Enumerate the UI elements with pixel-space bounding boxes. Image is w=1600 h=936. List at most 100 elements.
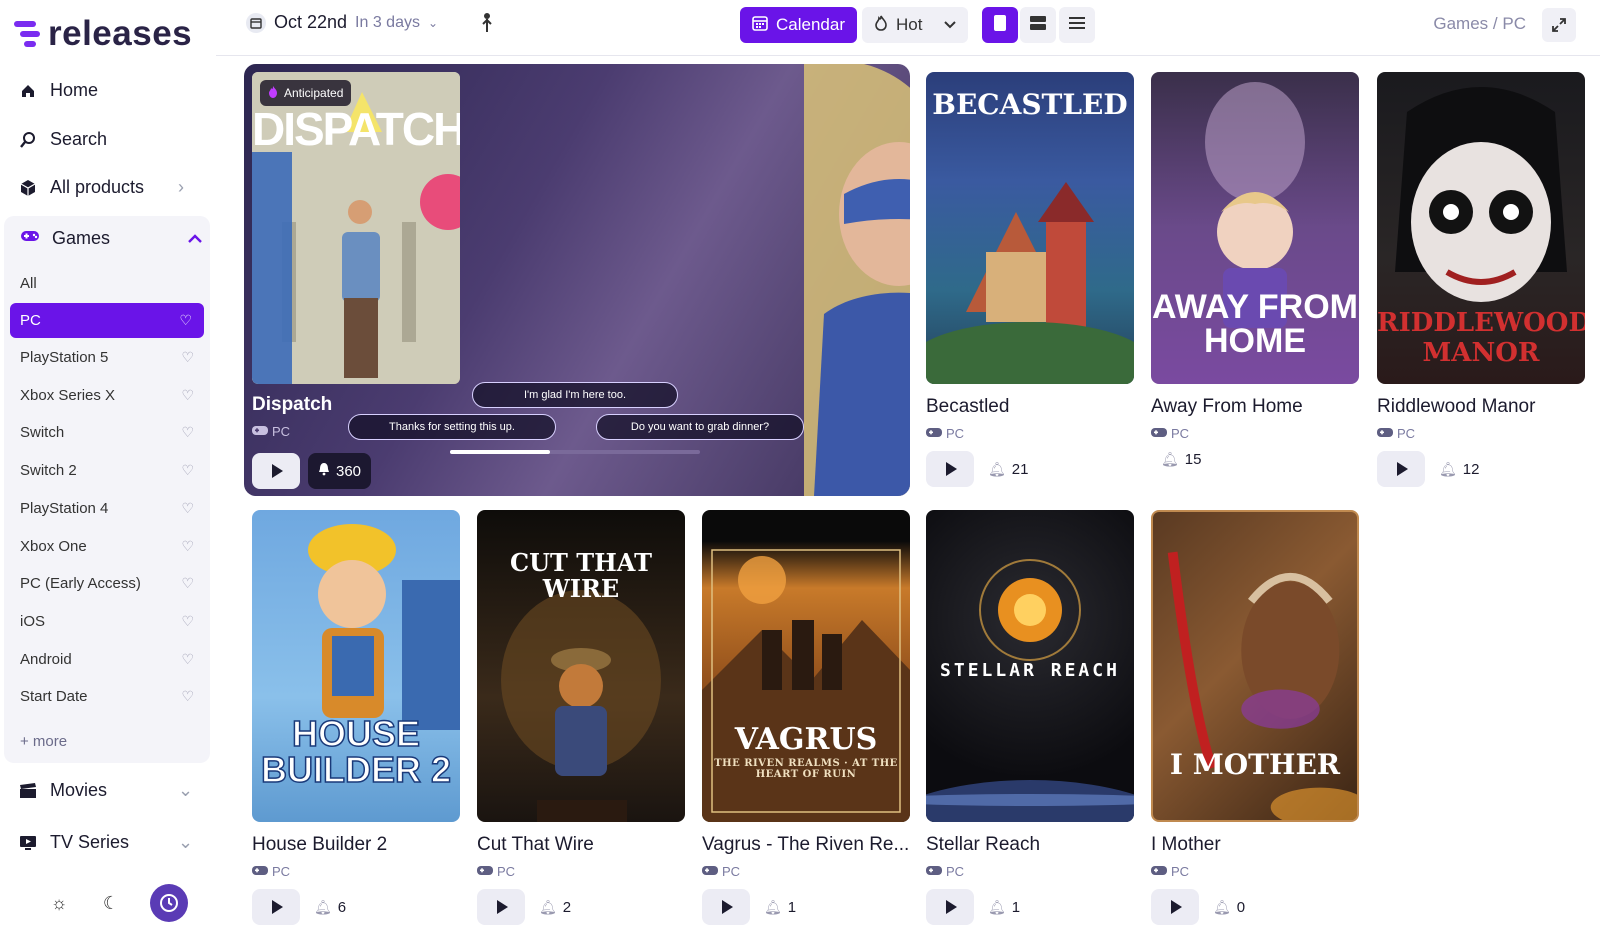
moon-icon[interactable]: ☾: [98, 890, 124, 916]
game-card-away-from-home[interactable]: AWAY FROM HOME Away From Home PC 🔔︎ 15: [1151, 72, 1359, 468]
card-title[interactable]: Vagrus - The Riven Re...: [702, 834, 910, 856]
follow-count[interactable]: 🔔︎ 12: [1439, 461, 1479, 478]
sun-icon[interactable]: ☼: [46, 890, 72, 916]
featured-play-button[interactable]: [252, 453, 300, 489]
game-cover[interactable]: CUT THAT WIRE: [477, 510, 685, 822]
play-button[interactable]: [926, 889, 974, 925]
card-platform: PC: [477, 864, 685, 879]
follow-count[interactable]: 🔔︎ 1: [988, 899, 1020, 916]
view-grid-button[interactable]: [982, 7, 1018, 43]
card-title[interactable]: Cut That Wire: [477, 834, 685, 856]
heart-icon[interactable]: ♡: [181, 349, 194, 366]
gamepad-icon: [252, 424, 268, 439]
calendar-button[interactable]: Calendar: [740, 7, 857, 43]
play-button[interactable]: [477, 889, 525, 925]
platform-xbox-one[interactable]: Xbox One ♡: [20, 531, 208, 561]
heart-icon[interactable]: ♡: [181, 538, 194, 555]
game-card-riddlewood-manor[interactable]: RIDDLEWOOD MANOR Riddlewood Manor PC 🔔︎ 1…: [1377, 72, 1585, 487]
more-platforms-link[interactable]: + more: [20, 733, 67, 750]
logo[interactable]: releases: [14, 14, 192, 54]
game-card-vagrus[interactable]: VAGRUS THE RIVEN REALMS · AT THE HEART O…: [702, 510, 910, 925]
play-button[interactable]: [1151, 889, 1199, 925]
game-cover[interactable]: RIDDLEWOOD MANOR: [1377, 72, 1585, 384]
bell-icon: 🔔︎: [1439, 460, 1457, 477]
clock-icon[interactable]: [150, 884, 188, 922]
heart-icon[interactable]: ♡: [181, 575, 194, 592]
follow-count[interactable]: 🔔︎ 15: [1161, 451, 1201, 468]
play-button[interactable]: [1377, 451, 1425, 487]
game-card-becastled[interactable]: BECASTLED Becastled PC 🔔︎ 21: [926, 72, 1134, 487]
nav-games[interactable]: Games: [20, 228, 202, 249]
featured-card-dispatch[interactable]: DISPATCH Anticipated I'm glad I'm here t…: [244, 64, 910, 496]
nav-tv-series[interactable]: TV Series ⌄: [18, 832, 198, 853]
platform-android[interactable]: Android ♡: [20, 644, 208, 674]
follow-count[interactable]: 🔔︎ 1: [764, 899, 796, 916]
heart-icon[interactable]: ♡: [181, 424, 194, 441]
game-cover[interactable]: BECASTLED: [926, 72, 1134, 384]
heart-icon[interactable]: ♡: [181, 462, 194, 479]
card-title[interactable]: Stellar Reach: [926, 834, 1134, 856]
platform-xbox-series-x[interactable]: Xbox Series X ♡: [20, 380, 208, 410]
game-cover[interactable]: VAGRUS THE RIVEN REALMS · AT THE HEART O…: [702, 510, 910, 822]
follow-count[interactable]: 🔔︎ 21: [988, 461, 1028, 478]
platform-pc-early-access[interactable]: PC (Early Access) ♡: [20, 568, 208, 598]
card-title[interactable]: Riddlewood Manor: [1377, 396, 1585, 418]
breadcrumb-games[interactable]: Games: [1433, 14, 1488, 33]
game-cover[interactable]: HOUSE BUILDER 2: [252, 510, 460, 822]
game-cover[interactable]: STELLAR REACH: [926, 510, 1134, 822]
featured-follow-count[interactable]: 360: [308, 453, 372, 489]
platform-ios[interactable]: iOS ♡: [20, 606, 208, 636]
game-card-i-mother[interactable]: I MOTHER I Mother PC 🔔︎ 0: [1151, 510, 1359, 925]
game-cover[interactable]: I MOTHER: [1151, 510, 1359, 822]
nav-movies[interactable]: Movies ⌄: [18, 780, 198, 801]
card-actions: 🔔︎ 15: [1151, 451, 1359, 468]
card-title[interactable]: Becastled: [926, 396, 1134, 418]
card-title[interactable]: House Builder 2: [252, 834, 460, 856]
expand-icon[interactable]: [1542, 8, 1576, 42]
date-selector[interactable]: Oct 22nd In 3 days ⌄: [246, 12, 438, 33]
play-button[interactable]: [252, 889, 300, 925]
game-cover[interactable]: AWAY FROM HOME: [1151, 72, 1359, 384]
heart-icon[interactable]: ♡: [181, 651, 194, 668]
gamepad-icon: [477, 864, 493, 879]
heart-icon[interactable]: ♡: [181, 387, 194, 404]
platform-switch[interactable]: Switch ♡: [20, 417, 208, 447]
game-card-stellar-reach[interactable]: STELLAR REACH Stellar Reach PC 🔔︎ 1: [926, 510, 1134, 925]
platform-switch-2[interactable]: Switch 2 ♡: [20, 455, 208, 485]
chevron-right-icon: ›: [178, 177, 184, 197]
card-title[interactable]: I Mother: [1151, 834, 1359, 856]
heart-icon[interactable]: ♡: [181, 688, 194, 705]
follow-count[interactable]: 🔔︎ 0: [1213, 899, 1245, 916]
nav-all-products[interactable]: All products ›: [18, 177, 198, 198]
featured-title[interactable]: Dispatch: [252, 394, 332, 416]
platform-pc[interactable]: PC ♡: [10, 303, 204, 338]
cover-title: STELLAR REACH: [940, 660, 1120, 681]
platform-start-date[interactable]: Start Date ♡: [20, 681, 208, 711]
card-platform: PC: [926, 426, 1134, 441]
list-view-icon: [1068, 16, 1086, 35]
play-button[interactable]: [702, 889, 750, 925]
nav-home[interactable]: Home: [18, 80, 98, 101]
follow-count[interactable]: 🔔︎ 2: [539, 899, 571, 916]
play-button[interactable]: [926, 451, 974, 487]
sort-hot-dropdown[interactable]: Hot: [862, 7, 968, 43]
game-card-house-builder-2[interactable]: HOUSE BUILDER 2 House Builder 2 PC 🔔︎ 6: [252, 510, 460, 925]
follow-count[interactable]: 🔔︎ 6: [314, 899, 346, 916]
heart-icon[interactable]: ♡: [181, 500, 194, 517]
card-title[interactable]: Away From Home: [1151, 396, 1359, 418]
heart-icon[interactable]: ♡: [181, 613, 194, 630]
nav-search[interactable]: Search: [18, 129, 107, 150]
platform-ps4[interactable]: PlayStation 4 ♡: [20, 493, 208, 523]
platform-all[interactable]: All: [20, 268, 208, 298]
gamepad-icon: [20, 228, 40, 249]
view-list-button[interactable]: [1059, 7, 1095, 43]
heart-icon[interactable]: ♡: [179, 312, 192, 329]
game-card-cut-that-wire[interactable]: CUT THAT WIRE Cut That Wire PC 🔔︎ 2: [477, 510, 685, 925]
view-compact-button[interactable]: [1020, 7, 1056, 43]
pin-icon[interactable]: [480, 12, 494, 40]
breadcrumb-pc[interactable]: PC: [1502, 14, 1526, 33]
platform-ps5[interactable]: PlayStation 5 ♡: [20, 342, 208, 372]
card-actions: 🔔︎ 1: [926, 889, 1134, 925]
chevron-up-icon[interactable]: [188, 228, 202, 249]
dispatch-poster-title: DISPATCH: [252, 103, 460, 155]
